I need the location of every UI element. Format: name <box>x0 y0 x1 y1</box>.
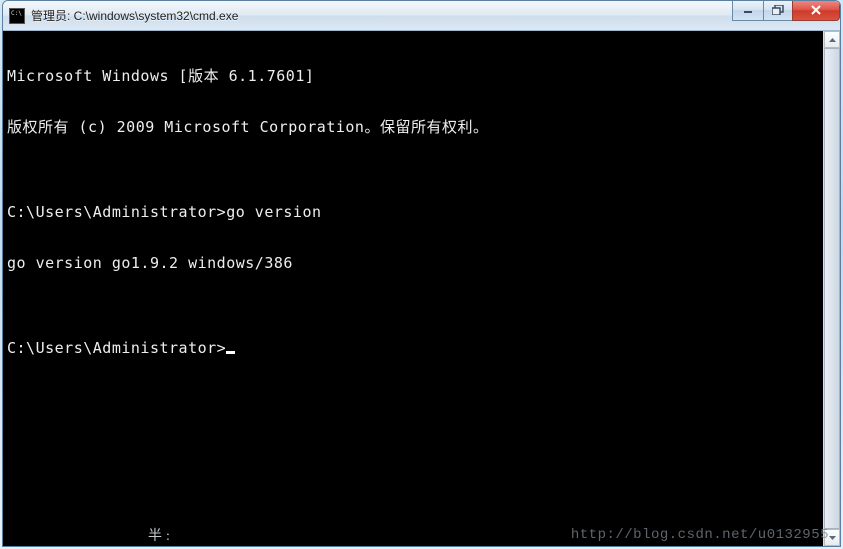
minimize-icon <box>743 6 753 14</box>
restore-icon <box>772 5 784 15</box>
terminal-line: C:\Users\Administrator>go version <box>7 204 819 221</box>
terminal-prompt: C:\Users\Administrator> <box>7 339 226 357</box>
terminal-prompt-line: C:\Users\Administrator> <box>7 340 819 357</box>
chevron-up-icon <box>829 38 836 42</box>
scroll-up-button[interactable] <box>824 31 840 48</box>
close-icon <box>810 5 822 15</box>
cmd-icon <box>9 8 25 24</box>
window-controls <box>733 0 840 21</box>
watermark-text: http://blog.csdn.net/u0132955 <box>571 527 829 543</box>
terminal-area: Microsoft Windows [版本 6.1.7601] 版权所有 (c)… <box>3 31 840 546</box>
restore-button[interactable] <box>763 0 793 21</box>
cmd-window: 管理员: C:\windows\system32\cmd.exe Microso… <box>2 0 841 547</box>
titlebar[interactable]: 管理员: C:\windows\system32\cmd.exe <box>3 1 840 31</box>
scrollbar-track[interactable] <box>824 48 840 529</box>
terminal-line: Microsoft Windows [版本 6.1.7601] <box>7 68 819 85</box>
minimize-button[interactable] <box>732 0 764 21</box>
terminal-output[interactable]: Microsoft Windows [版本 6.1.7601] 版权所有 (c)… <box>3 31 823 546</box>
stray-text: 半: <box>148 525 174 545</box>
window-title: 管理员: C:\windows\system32\cmd.exe <box>31 7 238 24</box>
cursor <box>226 351 235 354</box>
chevron-down-icon <box>829 536 836 540</box>
vertical-scrollbar[interactable] <box>823 31 840 546</box>
terminal-line: go version go1.9.2 windows/386 <box>7 255 819 272</box>
scrollbar-thumb[interactable] <box>824 48 840 529</box>
close-button[interactable] <box>792 0 840 21</box>
terminal-line: 版权所有 (c) 2009 Microsoft Corporation。保留所有… <box>7 119 819 136</box>
